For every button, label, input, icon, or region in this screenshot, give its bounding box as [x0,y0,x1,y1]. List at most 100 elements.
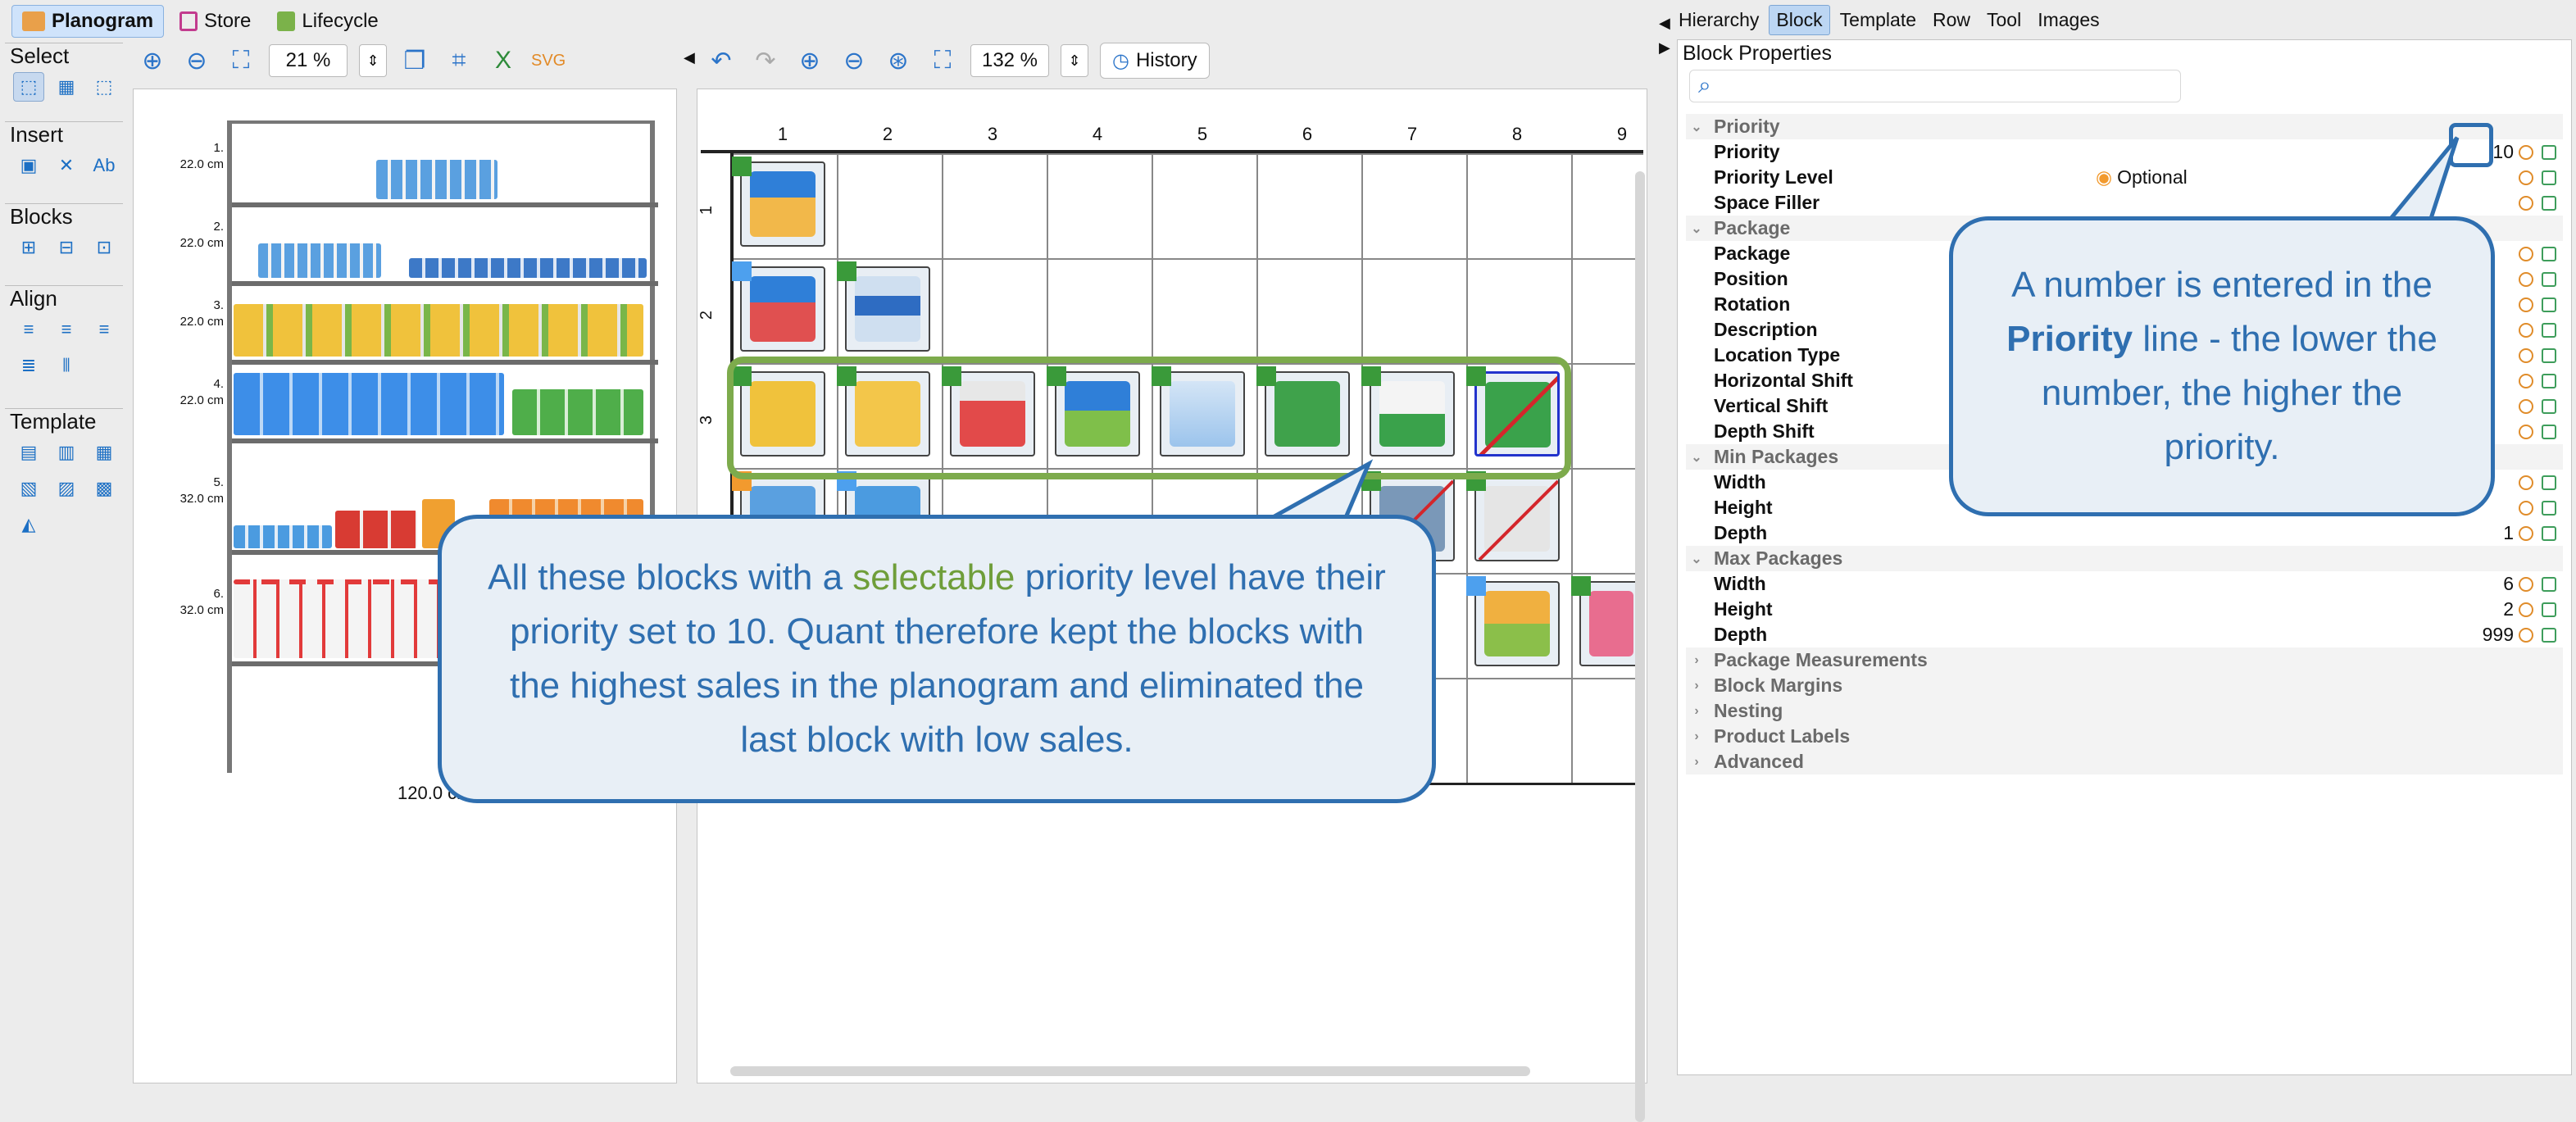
apply-icon[interactable] [2542,373,2556,388]
collapse-left-icon[interactable]: ◀ [684,49,695,66]
grid-zoom-spinner[interactable]: ⇕ [1061,44,1088,77]
tab-lifecycle[interactable]: Lifecycle [266,5,388,38]
tab-template[interactable]: Template [1833,6,1923,34]
product-facings[interactable] [376,160,497,199]
align-justify-icon[interactable]: ≣ [13,351,44,380]
apply-icon[interactable] [2542,398,2556,414]
apply-icon[interactable] [2542,271,2556,287]
insert-gap-icon[interactable]: ✕ [51,151,82,180]
property-row[interactable]: Depth 1 [1686,520,2563,546]
fit-icon[interactable]: ⛶ [225,47,257,75]
tab-row[interactable]: Row [1926,6,1977,34]
inherit-icon[interactable] [2519,297,2533,312]
chart-icon[interactable]: ⌗ [443,47,475,75]
apply-icon[interactable] [2542,322,2556,338]
apply-icon[interactable] [2542,627,2556,643]
product-facings[interactable] [512,389,643,435]
layers-icon[interactable]: ❐ [398,47,431,75]
template-d-icon[interactable]: ▧ [13,474,44,503]
template-c-icon[interactable]: ▦ [89,438,120,467]
property-section[interactable]: › Block Margins [1686,673,2563,698]
block-tile[interactable] [740,266,825,352]
property-section[interactable]: › Advanced [1686,749,2563,774]
zoom-actual-icon[interactable]: ⊛ [882,47,915,75]
property-section[interactable]: › Package Measurements [1686,647,2563,673]
apply-icon[interactable] [2542,144,2556,160]
inherit-icon[interactable] [2519,144,2533,160]
inherit-icon[interactable] [2519,576,2533,592]
inherit-icon[interactable] [2519,398,2533,414]
apply-icon[interactable] [2542,576,2556,592]
select-pointer-icon[interactable]: ⬚ [13,72,44,102]
apply-icon[interactable] [2542,195,2556,211]
tab-block[interactable]: Block [1769,4,1830,35]
block-tile[interactable] [740,161,825,247]
block-merge-icon[interactable]: ⊡ [89,233,120,262]
property-value[interactable]: 1 [2503,522,2514,544]
priority-level-value[interactable]: ◉ Optional [2096,166,2188,189]
tab-store[interactable]: Store [169,5,261,38]
align-left-icon[interactable]: ≡ [13,315,44,344]
select-area-icon[interactable]: ⬚ [89,72,120,102]
property-value[interactable]: 6 [2503,573,2514,595]
inherit-icon[interactable] [2519,500,2533,516]
select-grid-icon[interactable]: ▦ [51,72,82,102]
property-search-input[interactable]: ⌕ [1689,70,2181,102]
template-e-icon[interactable]: ▨ [51,474,82,503]
apply-icon[interactable] [2542,602,2556,617]
inherit-icon[interactable] [2519,424,2533,439]
template-b-icon[interactable]: ▥ [51,438,82,467]
inherit-icon[interactable] [2519,322,2533,338]
align-center-icon[interactable]: ≡ [51,315,82,344]
product-facings[interactable] [234,304,643,357]
zoom-out-icon[interactable]: ⊖ [180,47,213,75]
apply-icon[interactable] [2542,170,2556,185]
apply-icon[interactable] [2542,348,2556,363]
product-facings[interactable] [234,525,332,548]
zoom-out-icon[interactable]: ⊖ [838,47,870,75]
inherit-icon[interactable] [2519,475,2533,490]
inherit-icon[interactable] [2519,246,2533,261]
apply-icon[interactable] [2542,525,2556,541]
inherit-icon[interactable] [2519,271,2533,287]
block-tile-eliminated[interactable] [1474,476,1560,561]
property-row[interactable]: Depth 999 [1686,622,2563,647]
tab-images[interactable]: Images [2031,6,2106,34]
svg-export-icon[interactable]: SVG [531,52,566,70]
inherit-icon[interactable] [2519,525,2533,541]
block-add-icon[interactable]: ⊞ [13,233,44,262]
template-mirror-icon[interactable]: ◭ [13,510,44,539]
block-tile[interactable] [845,266,930,352]
apply-icon[interactable] [2542,500,2556,516]
undo-icon[interactable]: ↶ [705,47,738,75]
insert-shelf-icon[interactable]: ▣ [13,151,44,180]
redo-icon[interactable]: ↷ [749,47,782,75]
property-value[interactable]: 999 [2483,624,2514,646]
tab-tool[interactable]: Tool [1980,6,2028,34]
apply-icon[interactable] [2542,246,2556,261]
inherit-icon[interactable] [2519,170,2533,185]
property-row[interactable]: Width 6 [1686,571,2563,597]
excel-export-icon[interactable]: X [487,47,520,75]
align-distribute-icon[interactable]: ⦀ [51,351,82,380]
template-a-icon[interactable]: ▤ [13,438,44,467]
property-row[interactable]: Height 2 [1686,597,2563,622]
shelf-zoom-field[interactable]: 21 % [269,44,348,77]
grid-horizontal-scrollbar[interactable] [730,1066,1530,1076]
apply-icon[interactable] [2542,297,2556,312]
property-value[interactable]: 10 [2492,141,2514,163]
block-tile[interactable] [1474,581,1560,666]
apply-icon[interactable] [2542,475,2556,490]
property-section[interactable]: ⌄ Max Packages [1686,546,2563,571]
property-section[interactable]: › Nesting [1686,698,2563,724]
grid-vertical-scrollbar[interactable] [1635,171,1645,1122]
tab-planogram[interactable]: Planogram [11,5,165,38]
collapse-top-icon[interactable]: ◀ [1659,15,1670,32]
history-button[interactable]: ◷ History [1100,43,1210,79]
collapse-right-icon[interactable]: ▶ [1659,39,1670,57]
block-split-icon[interactable]: ⊟ [51,233,82,262]
inherit-icon[interactable] [2519,602,2533,617]
property-value[interactable]: 2 [2503,598,2514,620]
zoom-in-icon[interactable]: ⊕ [136,47,169,75]
inherit-icon[interactable] [2519,348,2533,363]
